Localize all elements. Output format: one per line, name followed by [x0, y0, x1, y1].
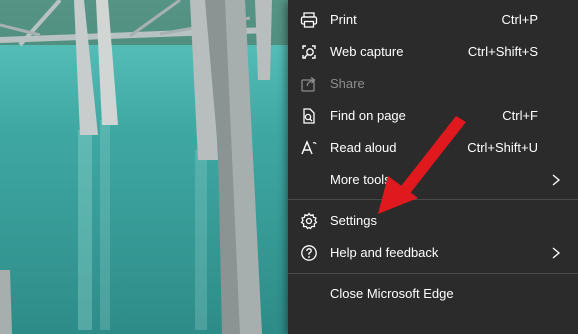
menu-item-label: Share [330, 76, 365, 91]
menu-item-label: Find on page [330, 108, 406, 123]
menu-item-settings[interactable]: Settings [288, 205, 578, 237]
menu-divider [288, 273, 578, 274]
help-icon [300, 244, 318, 262]
menu-item-find-on-page[interactable]: Find on page Ctrl+F [288, 100, 578, 132]
menu-item-print[interactable]: Print Ctrl+P [288, 4, 578, 36]
chevron-right-icon [549, 246, 563, 260]
read-aloud-icon [300, 139, 318, 157]
menu-item-label: Close Microsoft Edge [330, 286, 454, 301]
menu-item-shortcut: Ctrl+P [501, 12, 538, 27]
find-on-page-icon [300, 107, 318, 125]
menu-item-shortcut: Ctrl+Shift+S [467, 44, 538, 59]
chevron-right-icon [549, 173, 563, 187]
menu-item-label: Help and feedback [330, 245, 439, 260]
browser-settings-menu: Print Ctrl+P Web capture Ctrl+Shift+S Sh… [288, 0, 578, 334]
gear-icon [300, 212, 318, 230]
menu-item-share[interactable]: Share [288, 68, 578, 100]
web-capture-icon [300, 43, 318, 61]
menu-item-shortcut: Ctrl+F [502, 108, 538, 123]
menu-item-web-capture[interactable]: Web capture Ctrl+Shift+S [288, 36, 578, 68]
menu-item-shortcut: Ctrl+Shift+U [467, 140, 538, 155]
menu-item-close-microsoft-edge[interactable]: Close Microsoft Edge [288, 278, 578, 310]
print-icon [300, 11, 318, 29]
menu-item-read-aloud[interactable]: Read aloud Ctrl+Shift+U [288, 132, 578, 164]
menu-divider [288, 199, 578, 200]
menu-item-label: Settings [330, 213, 377, 228]
menu-item-label: Web capture [330, 44, 404, 59]
menu-item-label: Print [330, 12, 357, 27]
menu-item-label: Read aloud [330, 140, 397, 155]
menu-item-label: More tools [330, 172, 391, 187]
share-icon [300, 75, 318, 93]
menu-item-help-and-feedback[interactable]: Help and feedback [288, 237, 578, 269]
menu-item-more-tools[interactable]: More tools [288, 164, 578, 196]
